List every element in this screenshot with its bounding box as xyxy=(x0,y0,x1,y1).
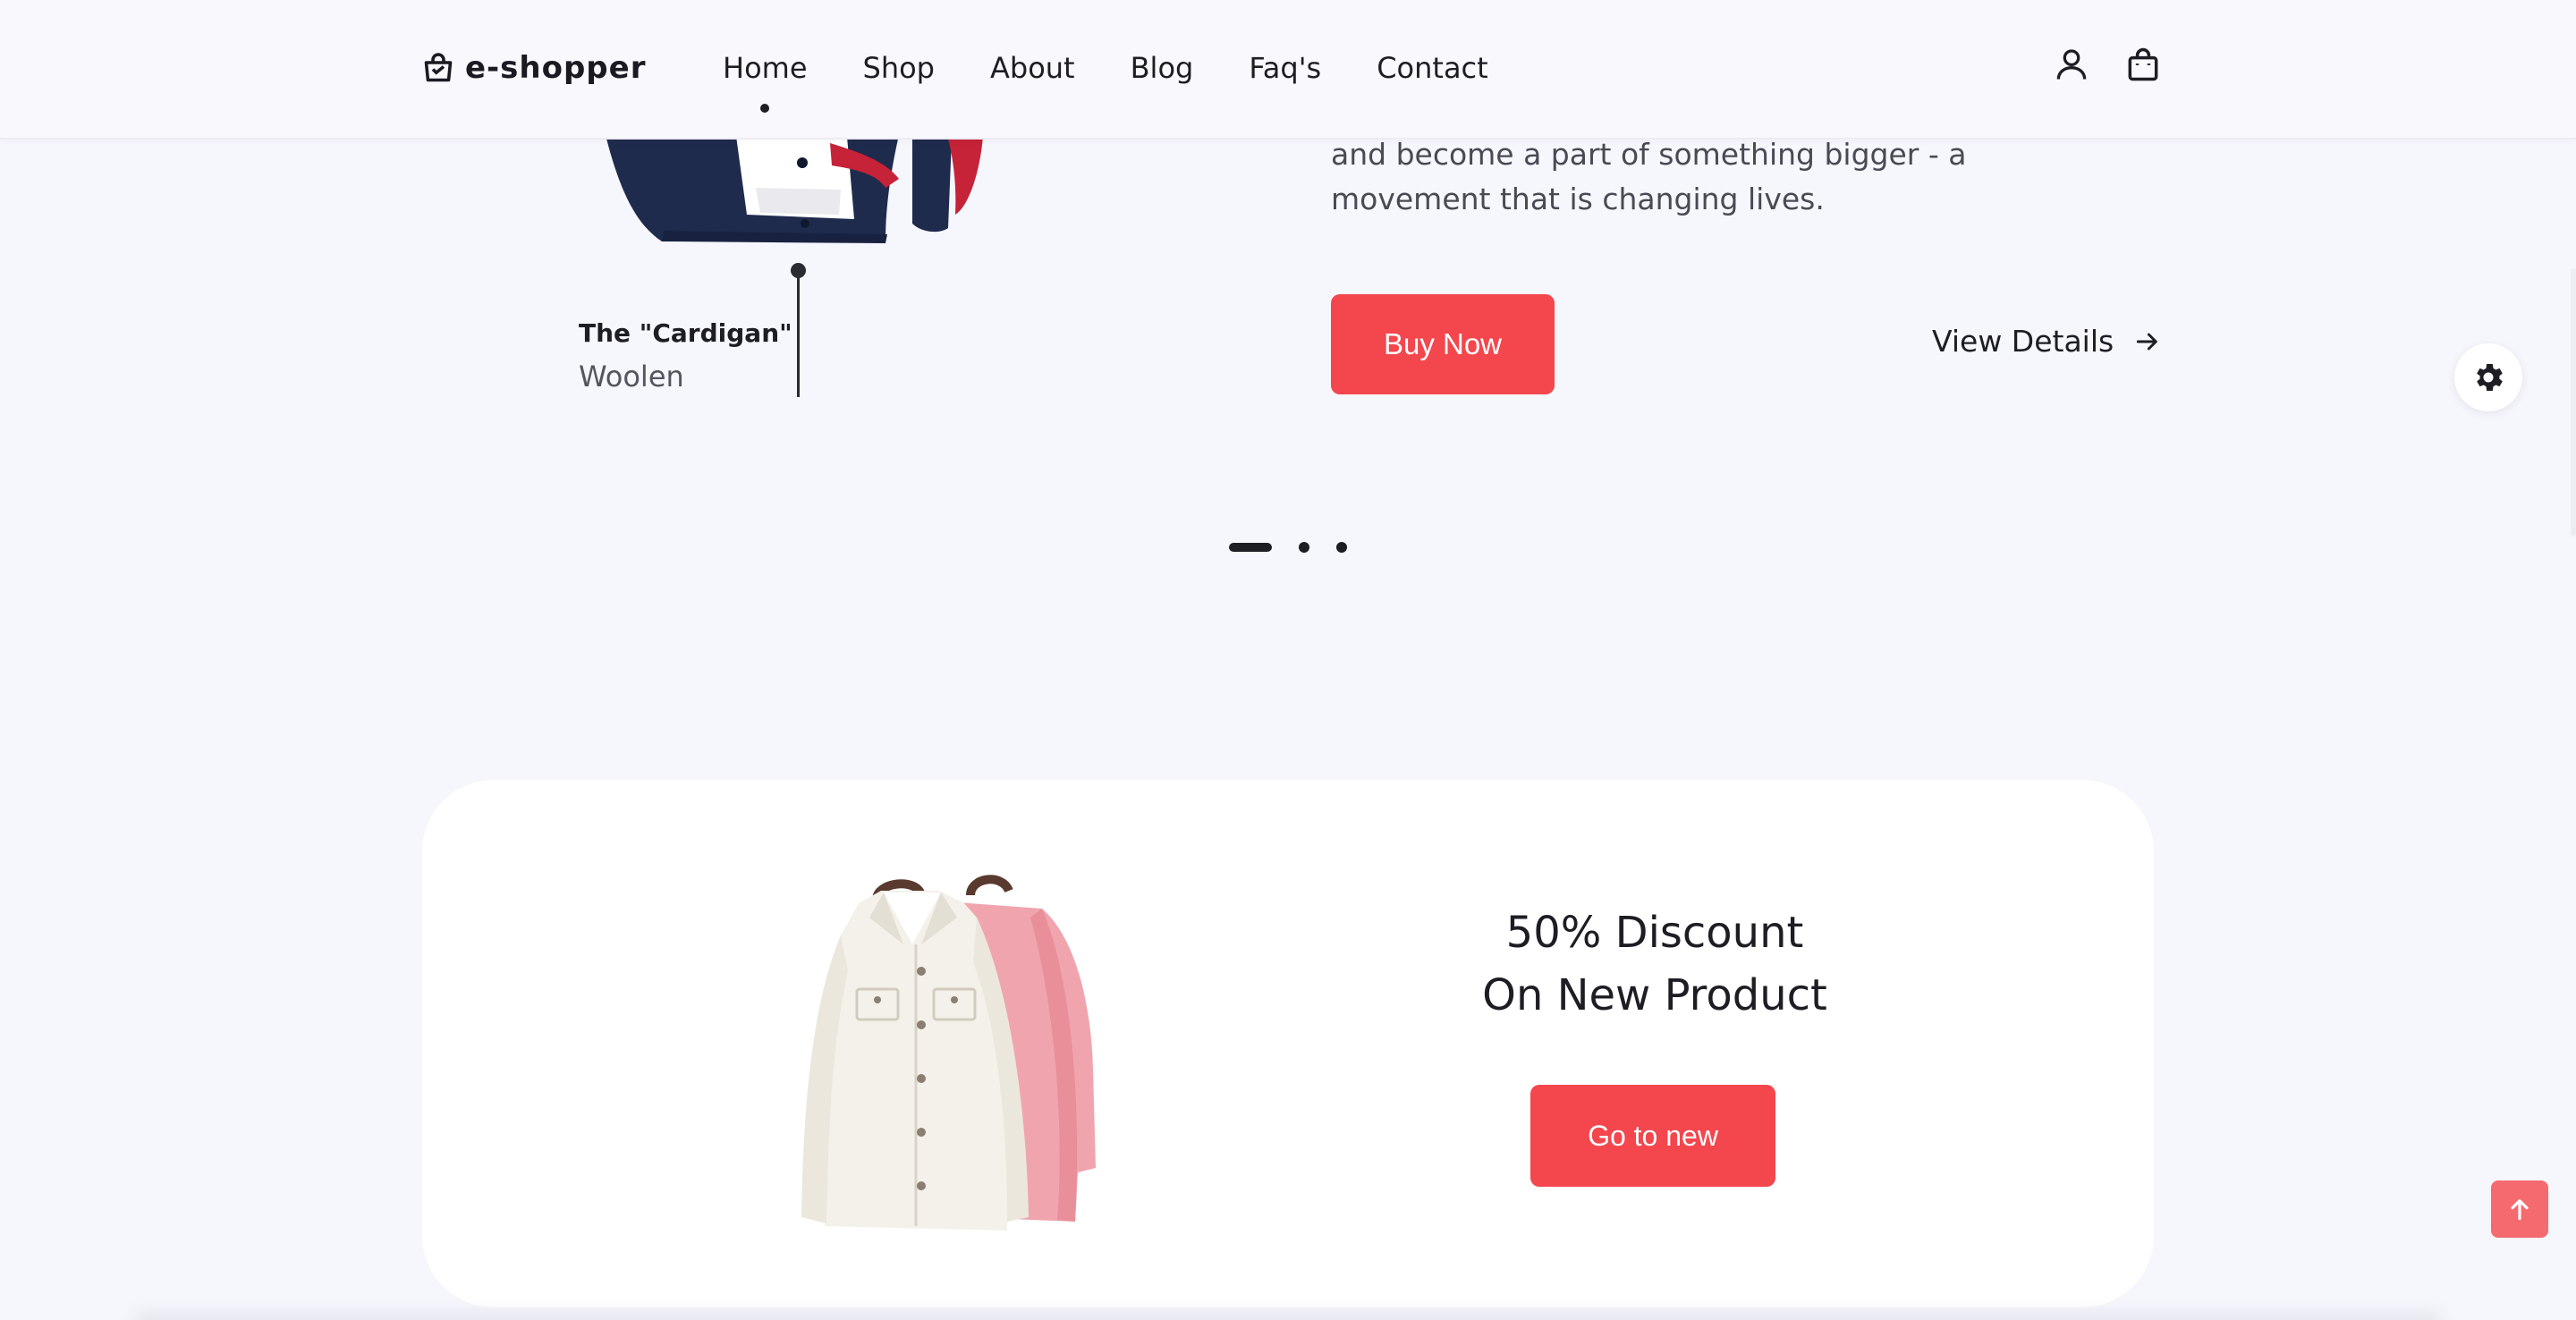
arrow-up-icon xyxy=(2511,1199,2529,1221)
nav-label: About xyxy=(989,51,1075,85)
nav-item-blog[interactable]: Blog xyxy=(1131,47,1194,89)
nav-item-about[interactable]: About xyxy=(990,47,1075,89)
denim-jacket-image xyxy=(801,875,1096,1231)
product-type: Woolen xyxy=(579,360,684,393)
slide-dot-3[interactable] xyxy=(1336,542,1347,553)
nav-label: Shop xyxy=(862,51,935,85)
slide-dot-1[interactable] xyxy=(1229,543,1272,552)
settings-button[interactable] xyxy=(2454,343,2522,411)
hero-text-line: movement that is changing lives. xyxy=(1331,182,1825,216)
promo-title-line: 50% Discount xyxy=(1505,908,1804,958)
slide-dot-2[interactable] xyxy=(1299,542,1309,553)
arrow-right-icon xyxy=(2137,333,2158,350)
product-name: The "Cardigan" xyxy=(579,318,792,348)
logo[interactable]: e-shopper xyxy=(422,45,646,91)
nav-item-faqs[interactable]: Faq's xyxy=(1249,47,1321,89)
nav-label: Blog xyxy=(1130,51,1194,85)
go-to-new-button[interactable]: Go to new xyxy=(1530,1085,1775,1187)
scrollbar-thumb[interactable] xyxy=(2571,268,2576,537)
nav-item-home[interactable]: Home xyxy=(723,47,808,113)
promo-title: 50% Discount On New Product xyxy=(1377,901,1932,1027)
nav-item-contact[interactable]: Contact xyxy=(1377,47,1488,89)
page: e-shopper Home Shop About Blog Faq's Con… xyxy=(0,0,2576,1320)
view-details-link[interactable]: View Details xyxy=(1932,324,2162,359)
nav-label: Faq's xyxy=(1249,51,1322,85)
slider-dots xyxy=(1229,541,1347,554)
discount-banner xyxy=(422,780,2154,1307)
section-shadow xyxy=(134,1306,2442,1320)
view-details-label: View Details xyxy=(1932,324,2114,359)
user-icon[interactable] xyxy=(2052,45,2091,84)
active-indicator xyxy=(760,104,770,113)
gear-icon xyxy=(2477,364,2503,391)
header-actions xyxy=(2052,45,2163,84)
hero-description: and become a part of something bigger - … xyxy=(1331,132,2100,222)
shopping-bag-icon[interactable] xyxy=(2123,45,2163,84)
nav-item-shop[interactable]: Shop xyxy=(863,47,935,89)
site-header: e-shopper Home Shop About Blog Faq's Con… xyxy=(0,0,2576,140)
logo-text: e-shopper xyxy=(465,50,647,86)
bag-logo-icon xyxy=(424,53,453,82)
nav-label: Home xyxy=(723,51,808,85)
pointer-line xyxy=(797,270,800,397)
nav-label: Contact xyxy=(1377,51,1488,85)
back-to-top-button[interactable] xyxy=(2491,1180,2548,1238)
buy-now-button[interactable]: Buy Now xyxy=(1331,294,1555,394)
promo-title-line: On New Product xyxy=(1482,970,1827,1020)
main-nav: Home Shop About Blog Faq's Contact xyxy=(723,47,1488,113)
